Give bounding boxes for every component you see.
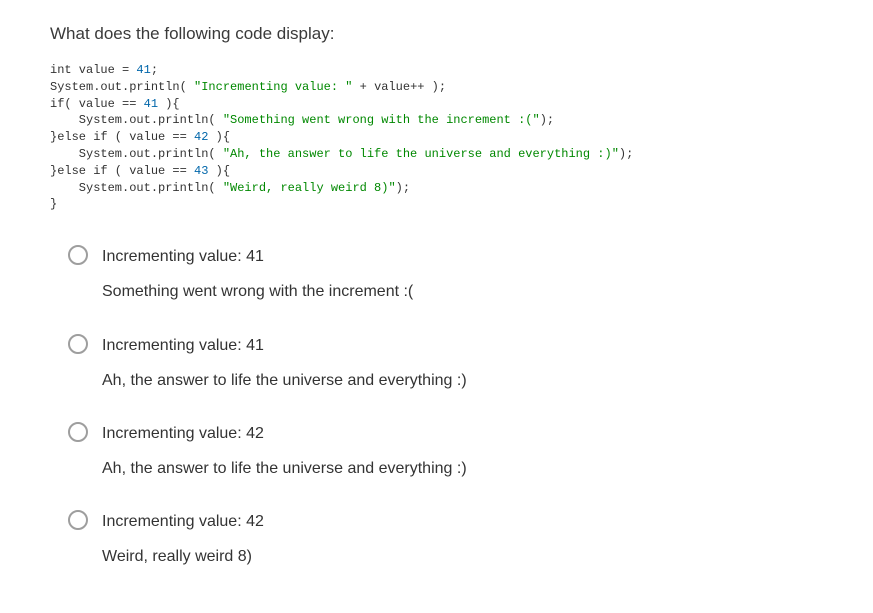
code-line-5: }else if ( value == 42 ){ bbox=[50, 130, 230, 144]
answer-option-4[interactable]: Incrementing value: 42 Weird, really wei… bbox=[68, 508, 823, 570]
answer-option-2[interactable]: Incrementing value: 41 Ah, the answer to… bbox=[68, 332, 823, 394]
option-text: Incrementing value: 41 Ah, the answer to… bbox=[102, 332, 467, 394]
code-block: int value = 41; System.out.println( "Inc… bbox=[50, 62, 823, 213]
radio-icon[interactable] bbox=[68, 422, 88, 442]
answer-option-3[interactable]: Incrementing value: 42 Ah, the answer to… bbox=[68, 420, 823, 482]
option-text: Incrementing value: 42 Ah, the answer to… bbox=[102, 420, 467, 482]
code-line-7: }else if ( value == 43 ){ bbox=[50, 164, 230, 178]
code-line-9: } bbox=[50, 197, 57, 211]
answer-option-1[interactable]: Incrementing value: 41 Something went wr… bbox=[68, 243, 823, 305]
radio-icon[interactable] bbox=[68, 245, 88, 265]
option-text: Incrementing value: 42 Weird, really wei… bbox=[102, 508, 264, 570]
code-line-3: if( value == 41 ){ bbox=[50, 97, 180, 111]
answer-options: Incrementing value: 41 Something went wr… bbox=[50, 243, 823, 571]
code-line-2: System.out.println( "Incrementing value:… bbox=[50, 80, 446, 94]
radio-icon[interactable] bbox=[68, 334, 88, 354]
code-line-4: System.out.println( "Something went wron… bbox=[50, 113, 554, 127]
option-text: Incrementing value: 41 Something went wr… bbox=[102, 243, 413, 305]
code-line-1: int value = 41; bbox=[50, 63, 158, 77]
radio-icon[interactable] bbox=[68, 510, 88, 530]
question-prompt: What does the following code display: bbox=[50, 24, 823, 44]
code-line-6: System.out.println( "Ah, the answer to l… bbox=[50, 147, 633, 161]
code-line-8: System.out.println( "Weird, really weird… bbox=[50, 181, 410, 195]
